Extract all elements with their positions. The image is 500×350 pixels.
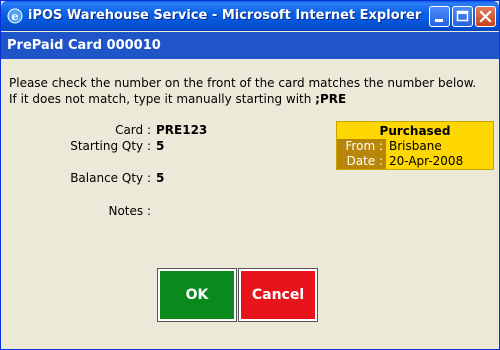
close-button[interactable] bbox=[475, 6, 496, 27]
balance-qty-value: 5 bbox=[156, 171, 165, 185]
window-title: iPOS Warehouse Service - Microsoft Inter… bbox=[28, 8, 422, 23]
date-label: Date : bbox=[337, 154, 386, 169]
ie-icon: e bbox=[7, 8, 23, 24]
notes-label: Notes : bbox=[108, 204, 151, 218]
starting-qty-value: 5 bbox=[156, 139, 165, 153]
cancel-button[interactable]: Cancel bbox=[238, 268, 318, 322]
starting-qty-label: Starting Qty : bbox=[70, 139, 151, 153]
instruction-line-2: If it does not match, type it manually s… bbox=[9, 91, 489, 107]
close-icon bbox=[479, 10, 492, 23]
card-value: PRE123 bbox=[156, 123, 208, 137]
svg-text:e: e bbox=[12, 10, 19, 23]
card-prefix-code: ;PRE bbox=[315, 92, 347, 106]
ok-button[interactable]: OK bbox=[157, 268, 237, 322]
minimize-button[interactable] bbox=[429, 6, 450, 27]
browser-window: e iPOS Warehouse Service - Microsoft Int… bbox=[0, 0, 500, 350]
page-header: PrePaid Card 000010 bbox=[1, 32, 499, 59]
from-value: Brisbane bbox=[389, 139, 442, 153]
from-label: From : bbox=[337, 139, 386, 154]
card-label: Card : bbox=[115, 123, 151, 137]
instruction-line-1: Please check the number on the front of … bbox=[9, 76, 477, 90]
date-value: 20-Apr-2008 bbox=[389, 154, 464, 168]
balance-qty-label: Balance Qty : bbox=[70, 171, 151, 185]
maximize-button[interactable] bbox=[452, 6, 473, 27]
maximize-icon bbox=[456, 10, 469, 22]
minimize-icon bbox=[435, 19, 443, 22]
title-bar[interactable]: e iPOS Warehouse Service - Microsoft Int… bbox=[1, 1, 499, 31]
instructions: Please check the number on the front of … bbox=[9, 75, 489, 107]
page-title: PrePaid Card 000010 bbox=[7, 38, 161, 53]
purchased-panel: Purchased From : Brisbane Date : 20-Apr-… bbox=[336, 121, 494, 170]
instruction-line-2-text: If it does not match, type it manually s… bbox=[9, 92, 316, 106]
purchased-title: Purchased bbox=[379, 124, 451, 138]
